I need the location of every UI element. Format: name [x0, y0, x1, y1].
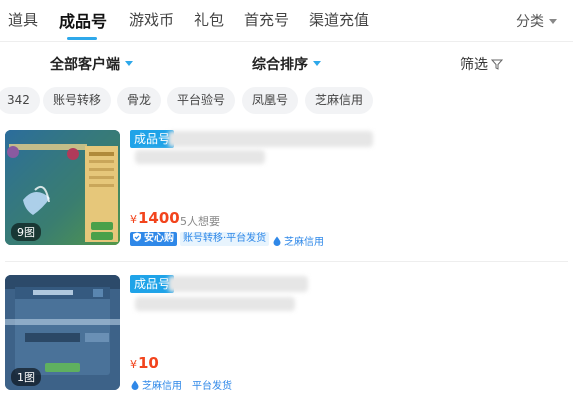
transfer-badge: 账号转移·平台发货: [180, 232, 270, 246]
sort-filter[interactable]: 综合排序: [252, 54, 321, 74]
chip-zhima-credit[interactable]: 芝麻信用: [305, 87, 374, 114]
listing-card[interactable]: 1图 成品号 ¥10 芝麻信用 平台发货: [0, 275, 573, 395]
listing-thumbnail[interactable]: 1图: [5, 275, 120, 390]
chip-342[interactable]: 342: [0, 87, 40, 114]
image-count-badge: 1图: [11, 368, 41, 386]
redacted-title: [168, 276, 308, 292]
listing-card[interactable]: 9图 成品号 ¥1400 5人想要 安心购 账号转移·平台发货 芝麻信用: [0, 130, 573, 260]
screen-filter-button[interactable]: 筛选: [460, 54, 504, 74]
chip-account-transfer[interactable]: 账号转移: [43, 87, 112, 114]
funnel-icon: [490, 59, 504, 70]
listing-price: ¥10: [130, 353, 159, 372]
image-count-badge: 9图: [11, 223, 41, 241]
price-value: 10: [138, 354, 159, 372]
drop-icon: [273, 236, 281, 246]
filter-bar: 全部客户端 综合排序 筛选: [0, 50, 573, 78]
listing-divider: [5, 261, 568, 262]
secure-purchase-label: 安心购: [144, 233, 174, 244]
active-tab-indicator: [67, 37, 97, 40]
tab-accounts[interactable]: 成品号: [59, 8, 107, 32]
zhima-credit-badge: 芝麻信用: [130, 377, 182, 392]
zhima-credit-label: 芝麻信用: [142, 381, 182, 392]
sort-filter-label: 综合排序: [252, 57, 308, 73]
category-menu-label: 分类: [516, 14, 544, 30]
zhima-credit-label: 芝麻信用: [284, 237, 324, 248]
redacted-subtitle: [135, 297, 295, 311]
listing-price: ¥1400: [130, 208, 180, 227]
chip-phoenix[interactable]: 凤凰号: [242, 87, 299, 114]
tab-channel-recharge[interactable]: 渠道充值: [309, 9, 369, 30]
client-filter[interactable]: 全部客户端: [50, 54, 133, 74]
drop-icon: [131, 380, 139, 390]
caret-down-icon: [313, 61, 321, 66]
tab-gift-packs[interactable]: 礼包: [194, 9, 224, 30]
tab-game-currency[interactable]: 游戏币: [129, 9, 174, 30]
caret-down-icon: [125, 61, 133, 66]
price-currency: ¥: [130, 358, 137, 371]
chip-platform-verify[interactable]: 平台验号: [167, 87, 236, 114]
category-menu-button[interactable]: 分类: [516, 11, 557, 31]
redacted-subtitle: [135, 150, 265, 164]
redacted-title: [168, 131, 373, 147]
listing-thumbnail[interactable]: 9图: [5, 130, 120, 245]
category-nav: 道具 成品号 游戏币 礼包 首充号 渠道充值 分类: [0, 0, 573, 42]
wants-count: 5人想要: [180, 215, 220, 228]
chip-bone-dragon[interactable]: 骨龙: [117, 87, 162, 114]
screen-filter-label: 筛选: [460, 57, 488, 73]
platform-delivery-badge: 平台发货: [192, 381, 232, 392]
shield-check-icon: [133, 232, 141, 242]
secure-purchase-badge: 安心购: [130, 232, 177, 246]
price-currency: ¥: [130, 213, 137, 226]
price-value: 1400: [138, 209, 180, 227]
caret-down-icon: [549, 19, 557, 24]
zhima-credit-badge: 芝麻信用: [272, 233, 324, 248]
tab-first-recharge[interactable]: 首充号: [244, 9, 289, 30]
tab-props[interactable]: 道具: [8, 9, 38, 30]
client-filter-label: 全部客户端: [50, 57, 120, 73]
